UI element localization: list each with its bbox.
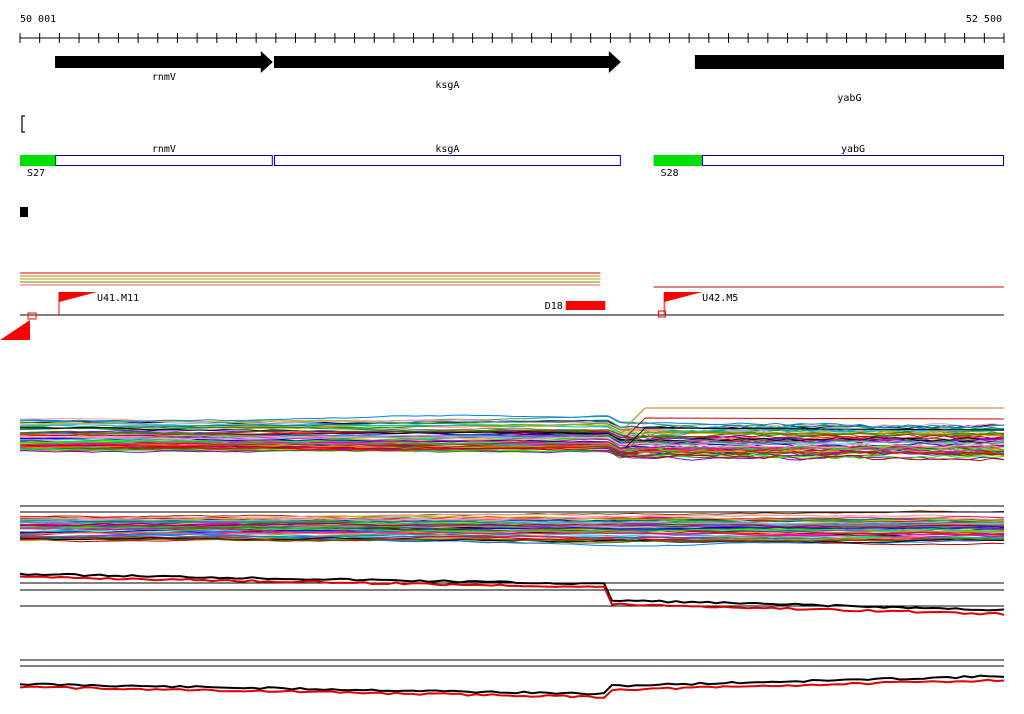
aggregate-series-line: [19, 678, 1005, 699]
operon-gene-box-ksgA[interactable]: [273, 155, 621, 166]
operon-gene-label-rnmV: rnmV: [152, 144, 176, 155]
aggregate-profile-panel-2: [19, 659, 1005, 699]
gene-arrow-ksgA[interactable]: [273, 51, 621, 73]
bracket-marker: [21, 115, 25, 133]
operon-gene-label-yabG: yabG: [841, 144, 865, 155]
gene-label-ksgA: ksgA: [435, 80, 459, 91]
feature-bar-D18[interactable]: [565, 301, 606, 310]
utr-label: S27: [27, 168, 45, 179]
aggregate-profile-panel-1: [19, 572, 1005, 616]
gene-label-rnmV: rnmV: [152, 72, 176, 83]
genome-browser-viewer[interactable]: 50 001 52 500 rnmVksgAyabG S27rnmV ksgAS2…: [0, 0, 1024, 714]
operon-gene-box-yabG[interactable]: [701, 155, 1004, 166]
ruler-start-label: 50 001: [20, 14, 56, 25]
aggregate-series-line: [19, 674, 1005, 696]
feature-label: U42.M5: [702, 293, 738, 304]
ruler-end-label: 52 500: [966, 14, 1002, 25]
operon-track[interactable]: S27 rnmV ksgA S28 yabG: [20, 144, 1004, 179]
feature-box: [27, 312, 37, 320]
utr-box-S27[interactable]: [20, 155, 56, 166]
expression-profile-panel-2: [19, 505, 1005, 547]
utr-label: S28: [661, 168, 679, 179]
utr-box-S28[interactable]: [653, 155, 702, 166]
expression-profile-panel-1: [19, 407, 1005, 462]
operon-gene-label-ksgA: ksgA: [435, 144, 459, 155]
feature-flag-U42.M5[interactable]: [664, 292, 703, 302]
coverage-lines: [20, 272, 1004, 316]
gene-label-yabG: yabG: [837, 93, 861, 104]
track-marker-square: [20, 207, 28, 217]
gene-arrow-track[interactable]: rnmV ksgA yabG: [55, 51, 1004, 104]
operon-gene-box-rnmV[interactable]: [55, 155, 273, 166]
coordinate-ruler: 50 001 52 500: [19, 14, 1005, 43]
gene-arrow-yabG[interactable]: [694, 55, 1004, 69]
feature-label: D18: [545, 301, 563, 312]
partial-flag: [0, 320, 30, 340]
feature-track[interactable]: U41.M11 D18 U42.M5: [0, 292, 738, 340]
feature-label: U41.M11: [97, 293, 139, 304]
feature-flag-U41.M11[interactable]: [58, 292, 97, 302]
gene-arrow-rnmV[interactable]: [55, 51, 273, 73]
